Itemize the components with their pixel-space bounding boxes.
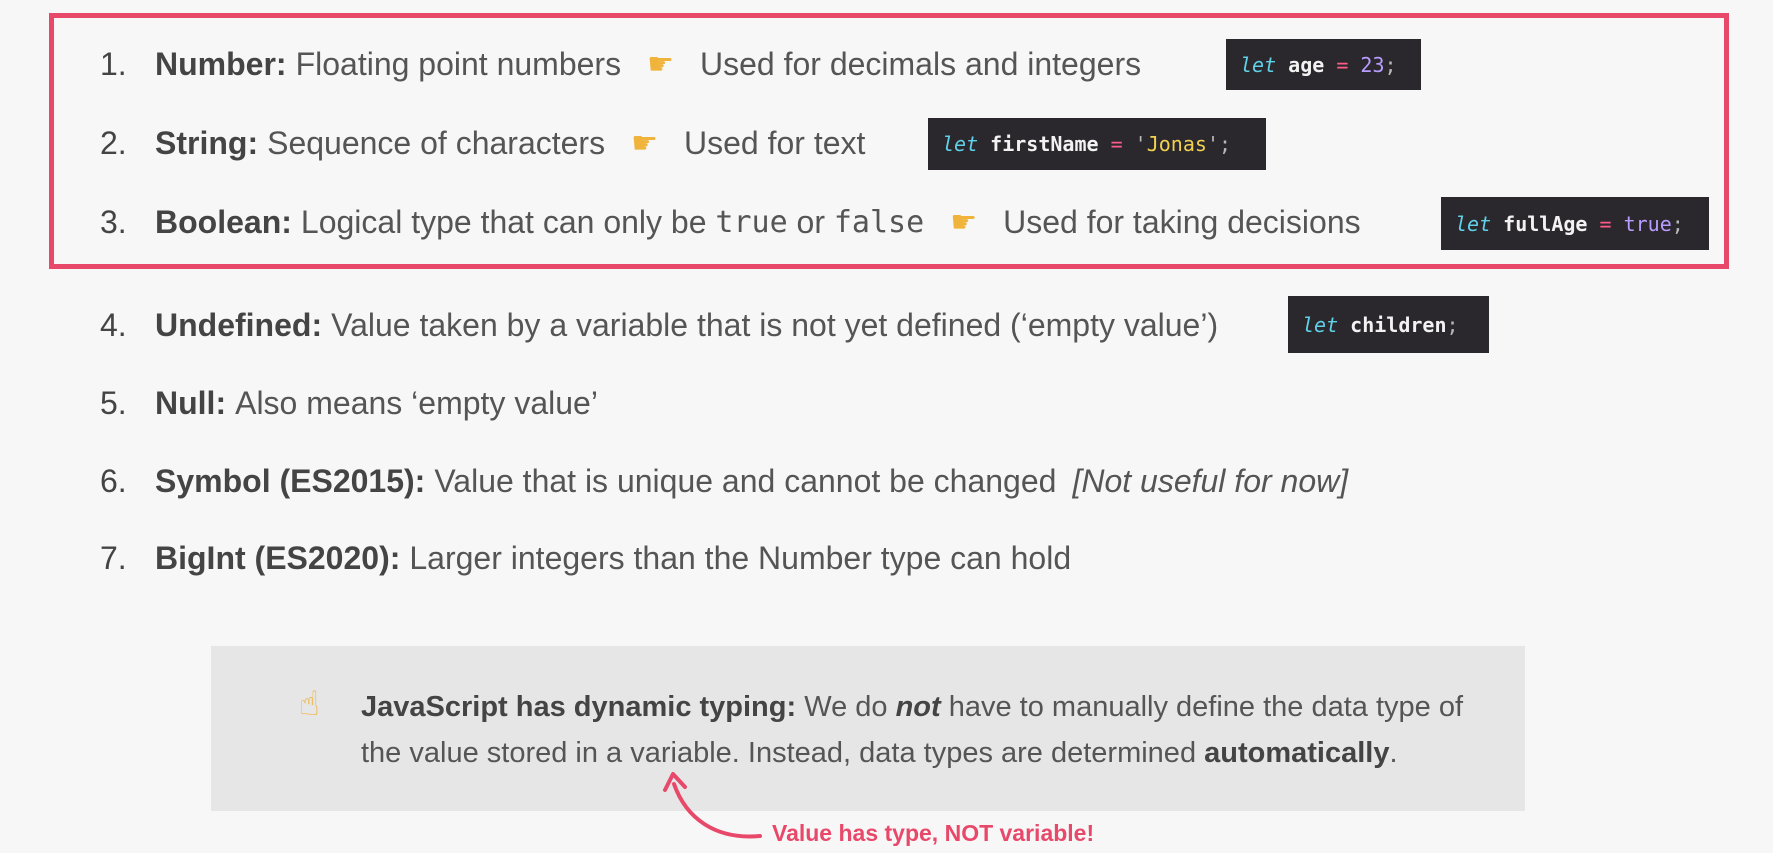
connector-text: or xyxy=(796,203,825,240)
code-keyword: let xyxy=(1302,312,1339,337)
item-description: Larger integers than the Number type can… xyxy=(409,539,1072,576)
list-item-undefined: 4. Undefined: Value taken by a variable … xyxy=(100,300,1218,350)
value-false: false xyxy=(833,204,925,240)
code-snippet-undefined: let children; xyxy=(1288,296,1489,353)
code-punctuation: ; xyxy=(1384,52,1397,77)
item-description: Also means ‘empty value’ xyxy=(235,384,598,421)
note-strong: automatically xyxy=(1204,737,1390,769)
item-usage: Used for decimals and integers xyxy=(699,45,1142,82)
list-item-null: 5. Null: Also means ‘empty value’ xyxy=(100,378,598,428)
item-number: 2. xyxy=(100,124,127,161)
note-end: . xyxy=(1389,737,1398,769)
list-item-number: 1. Number: Floating point numbers ☛ Used… xyxy=(100,39,1141,89)
item-term: Null: xyxy=(155,384,227,421)
code-identifier: fullAge xyxy=(1491,211,1600,236)
note-box: ☝ JavaScript has dynamic typing: We do n… xyxy=(211,646,1525,811)
code-punctuation: ; xyxy=(1446,312,1459,337)
item-number: 1. xyxy=(100,45,127,82)
item-description: Logical type that can only be xyxy=(300,203,707,240)
item-usage: Used for text xyxy=(683,124,866,161)
item-term: String: xyxy=(155,124,259,161)
list-item-bigint: 7. BigInt (ES2020): Larger integers than… xyxy=(100,533,1071,583)
item-term: Undefined: xyxy=(155,306,323,343)
item-description: Sequence of characters xyxy=(267,124,606,161)
list-item-boolean: 3. Boolean: Logical type that can only b… xyxy=(100,197,1361,247)
item-number: 3. xyxy=(100,203,127,240)
code-snippet-number: let age = 23; xyxy=(1226,39,1421,90)
item-term: BigInt (ES2020): xyxy=(155,539,401,576)
note-title: JavaScript has dynamic typing: xyxy=(361,691,797,723)
code-value: 23 xyxy=(1348,52,1385,77)
code-string: Jonas xyxy=(1146,132,1207,156)
value-true: true xyxy=(715,204,788,240)
item-description: Value that is unique and cannot be chang… xyxy=(434,462,1057,499)
pointing-hand-icon: ☛ xyxy=(631,126,658,160)
list-item-string: 2. String: Sequence of characters ☛ Used… xyxy=(100,118,865,168)
note-emphasis: not xyxy=(895,691,941,723)
code-identifier: firstName xyxy=(978,132,1111,156)
code-keyword: let xyxy=(942,132,979,156)
item-aside: [Not useful for now] xyxy=(1072,462,1349,499)
pointing-hand-icon: ☛ xyxy=(950,205,978,239)
note-text-1: We do xyxy=(804,691,888,723)
code-operator: = xyxy=(1336,52,1349,77)
code-value: true xyxy=(1611,211,1672,236)
item-number: 6. xyxy=(100,462,127,499)
curved-arrow-icon xyxy=(663,772,762,839)
index-pointing-up-icon: ☝ xyxy=(299,685,320,723)
note-text: JavaScript has dynamic typing: We do not… xyxy=(361,684,1471,776)
item-usage: Used for taking decisions xyxy=(1003,203,1361,240)
item-term: Boolean: xyxy=(155,203,292,240)
item-term: Number: xyxy=(155,45,287,82)
code-punctuation: '; xyxy=(1206,132,1232,156)
item-term: Symbol (ES2015): xyxy=(155,462,426,499)
code-identifier: age xyxy=(1276,52,1337,77)
item-description: Floating point numbers xyxy=(295,45,622,82)
callout-label: Value has type, NOT variable! xyxy=(772,820,1095,846)
code-operator: = xyxy=(1599,211,1612,236)
code-punctuation: ; xyxy=(1671,211,1684,236)
code-keyword: let xyxy=(1455,211,1492,236)
code-punctuation: ' xyxy=(1122,132,1147,156)
item-number: 5. xyxy=(100,384,127,421)
pointing-hand-icon: ☛ xyxy=(647,47,674,81)
code-identifier: children xyxy=(1338,312,1447,337)
item-number: 7. xyxy=(100,539,127,576)
code-snippet-string: let firstName = ' Jonas '; xyxy=(928,118,1266,170)
code-operator: = xyxy=(1110,132,1123,156)
item-number: 4. xyxy=(100,306,127,343)
item-description: Value taken by a variable that is not ye… xyxy=(331,306,1219,343)
code-keyword: let xyxy=(1240,52,1277,77)
list-item-symbol: 6. Symbol (ES2015): Value that is unique… xyxy=(100,456,1348,506)
code-snippet-boolean: let fullAge = true; xyxy=(1441,197,1709,250)
